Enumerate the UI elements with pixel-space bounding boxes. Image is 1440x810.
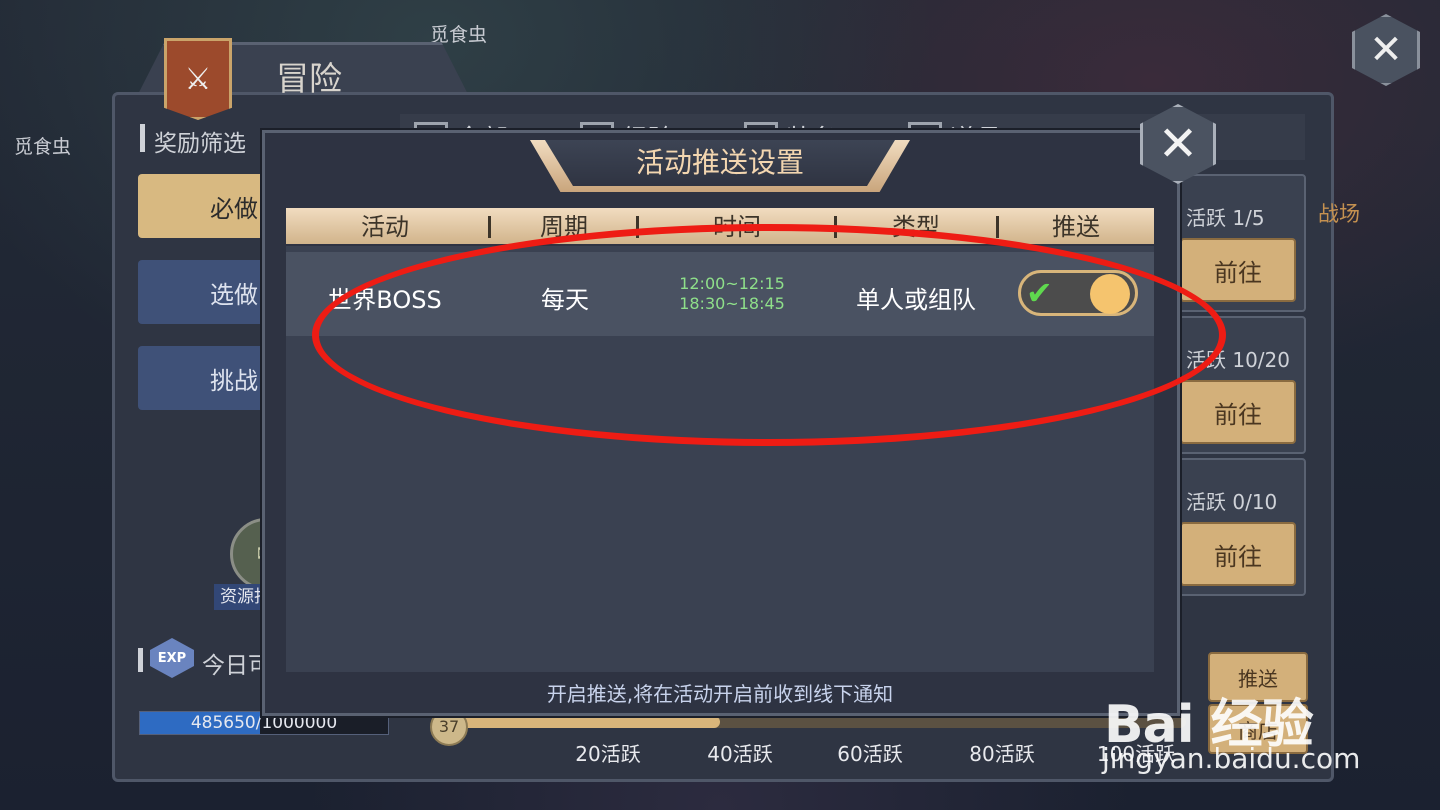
- milestone-80[interactable]: 80活跃: [969, 738, 1034, 767]
- right-card-3-go-button[interactable]: 前往: [1180, 522, 1296, 586]
- push-footer-note: 开启推送,将在活动开启前收到线下通知: [546, 682, 894, 706]
- right-card-1-label: 活跃 1/5: [1186, 206, 1265, 230]
- header-activity: 活动: [361, 213, 409, 241]
- milestone-40[interactable]: 40活跃: [707, 738, 772, 767]
- milestone-60[interactable]: 60活跃: [837, 738, 902, 767]
- battlefield-label: 战场: [1318, 202, 1360, 226]
- activity-progress-bar: [446, 716, 1186, 728]
- header-push: 推送: [1052, 213, 1100, 241]
- milestone-20[interactable]: 20活跃: [575, 738, 640, 767]
- modal-title: 活动推送设置: [635, 146, 804, 179]
- adventure-banner-icon: ⚔: [164, 38, 232, 120]
- filter-divider: [140, 124, 145, 152]
- activity-progress-fill: [446, 716, 720, 728]
- adventure-title: 冒险: [276, 59, 342, 98]
- right-card-1-go-button[interactable]: 前往: [1180, 238, 1296, 302]
- left-monster-label: 觅食虫: [14, 136, 72, 158]
- watermark-url: jingyan.baidu.com: [1102, 742, 1361, 775]
- must-do-button[interactable]: 必做: [138, 174, 268, 238]
- annotation-ellipse: [312, 224, 1226, 446]
- right-card-3-label: 活跃 0/10: [1186, 490, 1278, 514]
- optional-button[interactable]: 选做: [138, 260, 268, 324]
- challenge-button[interactable]: 挑战: [138, 346, 268, 410]
- exp-divider: [138, 648, 143, 672]
- right-card-2-go-button[interactable]: 前往: [1180, 380, 1296, 444]
- reward-filter-label: 奖励筛选: [154, 131, 246, 157]
